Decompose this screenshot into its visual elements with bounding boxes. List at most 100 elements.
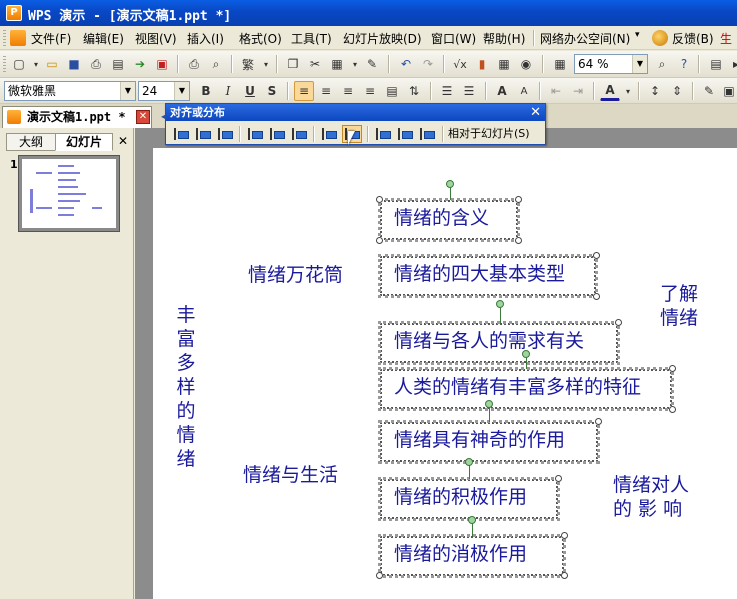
decrease-indent-icon[interactable]: ⇤: [546, 81, 566, 101]
rotation-handle[interactable]: [468, 516, 476, 524]
traditional-chinese-icon[interactable]: 繁: [238, 54, 258, 74]
left-vertical-title[interactable]: 丰 富 多 样 的 情 绪: [174, 303, 198, 471]
italic-button[interactable]: I: [218, 81, 238, 101]
print-quick-icon[interactable]: ⎙: [184, 54, 204, 74]
menu-overflow[interactable]: 生: [720, 30, 732, 46]
redo-icon[interactable]: ↷: [418, 54, 438, 74]
menu-insert[interactable]: 插入(I): [187, 30, 224, 46]
preview-magnifier-icon[interactable]: ⌕: [206, 54, 226, 74]
resize-handle[interactable]: [593, 252, 600, 259]
group1-label[interactable]: 情绪万花筒: [248, 260, 343, 287]
resize-handle[interactable]: [376, 196, 383, 203]
text-box-3[interactable]: 情绪与各人的需求有关: [378, 321, 620, 365]
text-box-2[interactable]: 情绪的四大基本类型: [378, 254, 598, 298]
font-grow-button[interactable]: A: [492, 81, 512, 101]
text-box-6[interactable]: 情绪的积极作用: [378, 477, 560, 521]
layout-icon[interactable]: ▤: [706, 54, 726, 74]
grid-icon[interactable]: ▦: [550, 54, 570, 74]
font-name-combo[interactable]: 微软雅黑 ▼: [4, 81, 136, 101]
open-folder-icon[interactable]: ▭: [42, 54, 62, 74]
paragraph-spacing-icon[interactable]: ⇕: [667, 81, 687, 101]
resize-handle[interactable]: [615, 319, 622, 326]
undo-icon[interactable]: ↶: [396, 54, 416, 74]
relative-to-slide-toggle[interactable]: 相对于幻灯片(S): [448, 125, 530, 143]
resize-handle[interactable]: [376, 572, 383, 579]
resize-handle[interactable]: [669, 365, 676, 372]
align-top-objects-icon[interactable]: [245, 125, 265, 143]
rotation-handle[interactable]: [496, 300, 504, 308]
network-dropdown-arrow-icon[interactable]: ▾: [635, 30, 640, 46]
equal-width-icon[interactable]: [395, 125, 415, 143]
font-shrink-button[interactable]: A: [514, 81, 534, 101]
align-right-objects-icon[interactable]: [215, 125, 235, 143]
text-box-5[interactable]: 情绪具有神奇的作用: [378, 420, 600, 464]
equal-size-icon[interactable]: [417, 125, 437, 143]
rotation-handle[interactable]: [485, 400, 493, 408]
font-color-dropdown-icon[interactable]: ▾: [618, 81, 638, 101]
formula-icon[interactable]: √x: [450, 54, 470, 74]
toolbar-grip[interactable]: [3, 56, 6, 74]
align-center-icon[interactable]: ≡: [316, 81, 336, 101]
line-spacing-icon[interactable]: ↕: [645, 81, 665, 101]
resize-handle[interactable]: [555, 475, 562, 482]
menu-edit[interactable]: 编辑(E): [83, 30, 124, 46]
zoom-combo[interactable]: 64 % ▼: [574, 54, 648, 74]
resize-handle[interactable]: [669, 406, 676, 413]
menu-view[interactable]: 视图(V): [135, 30, 177, 46]
font-size-combo[interactable]: 24 ▼: [138, 81, 190, 101]
cut-icon[interactable]: ✂: [305, 54, 325, 74]
equal-height-icon[interactable]: [373, 125, 393, 143]
align-toolbar-title[interactable]: 对齐或分布 ✕: [166, 104, 545, 121]
align-middle-objects-icon[interactable]: [267, 125, 287, 143]
bullets-icon[interactable]: ☰: [459, 81, 479, 101]
text-box-7[interactable]: 情绪的消极作用: [378, 534, 566, 578]
resize-handle[interactable]: [561, 532, 568, 539]
shadow-button[interactable]: S: [262, 81, 282, 101]
close-document-icon[interactable]: ✕: [136, 110, 150, 124]
align-left-objects-icon[interactable]: [171, 125, 191, 143]
menu-window[interactable]: 窗口(W): [431, 30, 476, 46]
resize-handle[interactable]: [376, 237, 383, 244]
align-right-icon[interactable]: ≡: [338, 81, 358, 101]
menu-slideshow[interactable]: 幻灯片放映(D): [343, 30, 422, 46]
font-name-dropdown-icon[interactable]: ▼: [120, 82, 135, 100]
group2-label[interactable]: 情绪与生活: [243, 460, 338, 487]
tab-outline[interactable]: 大纲: [6, 133, 56, 151]
paste-icon[interactable]: ▦: [327, 54, 347, 74]
align-toolbar-close-icon[interactable]: ✕: [530, 105, 541, 120]
increase-indent-icon[interactable]: ⇥: [568, 81, 588, 101]
align-center-objects-icon[interactable]: [193, 125, 213, 143]
document-tab[interactable]: 演示文稿1.ppt *: [2, 106, 152, 128]
resize-handle[interactable]: [515, 237, 522, 244]
resize-handle[interactable]: [515, 196, 522, 203]
resize-handle[interactable]: [561, 572, 568, 579]
layout-settings-icon[interactable]: ▣: [719, 81, 737, 101]
menu-feedback[interactable]: 反馈(B): [672, 30, 714, 46]
right-bottom-label[interactable]: 情绪对人 的 影 响: [613, 473, 689, 521]
resize-handle[interactable]: [595, 418, 602, 425]
print-preview-icon[interactable]: ▤: [108, 54, 128, 74]
pdf-icon[interactable]: ▣: [152, 54, 172, 74]
distribute-icon[interactable]: ▤: [382, 81, 402, 101]
feedback-icon[interactable]: [652, 30, 668, 46]
menu-file[interactable]: 文件(F): [31, 30, 71, 46]
justify-icon[interactable]: ≡: [360, 81, 380, 101]
format-painter-icon[interactable]: ✎: [362, 54, 382, 74]
menu-network-office[interactable]: 网络办公空间(N): [540, 30, 630, 46]
chart-icon[interactable]: ▮: [472, 54, 492, 74]
traditional-dropdown-icon[interactable]: ▾: [256, 54, 276, 74]
export-icon[interactable]: ➔: [130, 54, 150, 74]
right-top-label[interactable]: 了解 情绪: [660, 282, 698, 330]
font-size-dropdown-icon[interactable]: ▼: [174, 82, 189, 100]
menu-tools[interactable]: 工具(T): [291, 30, 332, 46]
bold-button[interactable]: B: [196, 81, 216, 101]
underline-button[interactable]: U: [240, 81, 260, 101]
panel-close-icon[interactable]: ✕: [114, 133, 132, 151]
table-icon[interactable]: ▦: [494, 54, 514, 74]
print-icon[interactable]: ⎙: [86, 54, 106, 74]
text-box-4[interactable]: 人类的情绪有丰富多样的特征: [378, 367, 674, 411]
menu-grip[interactable]: [3, 30, 6, 46]
menu-format[interactable]: 格式(O): [239, 30, 282, 46]
save-icon[interactable]: ■: [64, 54, 84, 74]
resize-handle[interactable]: [593, 293, 600, 300]
